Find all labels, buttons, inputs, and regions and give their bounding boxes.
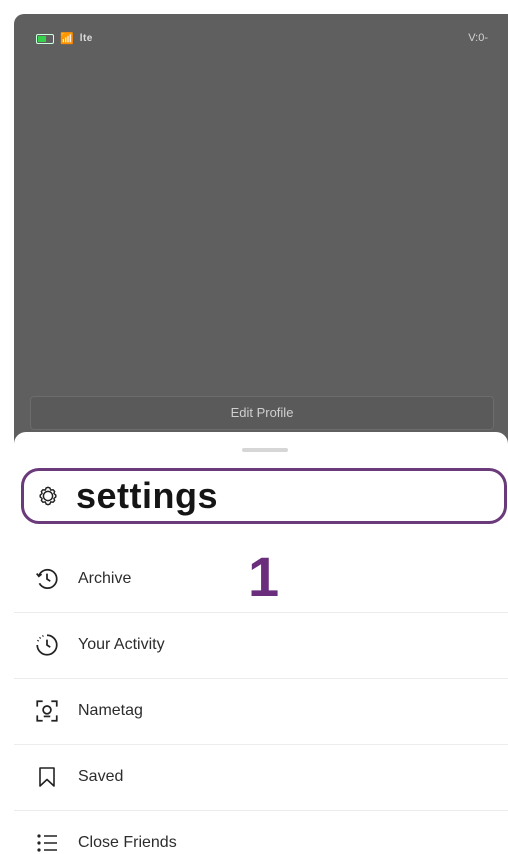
menu-item-saved-label: Saved xyxy=(78,768,124,785)
bottom-sheet: settings 1 Archive Your Activity Nametag… xyxy=(14,432,508,854)
menu-item-your-activity[interactable]: Your Activity xyxy=(14,612,508,679)
menu-item-your-activity-label: Your Activity xyxy=(78,636,165,653)
status-right-text: V:0- xyxy=(468,32,488,44)
menu-item-saved[interactable]: Saved xyxy=(14,744,508,811)
menu-item-close-friends-label: Close Friends xyxy=(78,834,177,851)
archive-clock-icon xyxy=(32,564,62,594)
carrier-label: lte xyxy=(79,33,93,44)
menu-item-settings[interactable]: settings xyxy=(21,468,507,524)
status-bar: 📶 lte V:0- xyxy=(14,14,508,64)
nametag-scan-icon xyxy=(32,696,62,726)
status-left: 📶 lte xyxy=(36,32,93,45)
sheet-grabber[interactable] xyxy=(242,448,288,452)
menu-item-archive-label: Archive xyxy=(78,570,132,587)
bookmark-icon xyxy=(32,762,62,792)
battery-icon xyxy=(36,33,54,44)
edit-profile-button[interactable]: Edit Profile xyxy=(30,396,494,430)
gear-icon xyxy=(34,482,62,510)
activity-icon xyxy=(32,630,62,660)
phone-screen: 📶 lte V:0- Edit Profile settings 1 Archi… xyxy=(14,14,508,854)
menu-item-archive[interactable]: Archive xyxy=(14,546,508,613)
wifi-icon: 📶 xyxy=(60,33,74,45)
menu-item-settings-label: settings xyxy=(76,475,219,516)
menu-item-nametag-label: Nametag xyxy=(78,702,143,719)
list-icon xyxy=(32,828,62,854)
menu-item-close-friends[interactable]: Close Friends xyxy=(14,810,508,854)
menu-item-nametag[interactable]: Nametag xyxy=(14,678,508,745)
